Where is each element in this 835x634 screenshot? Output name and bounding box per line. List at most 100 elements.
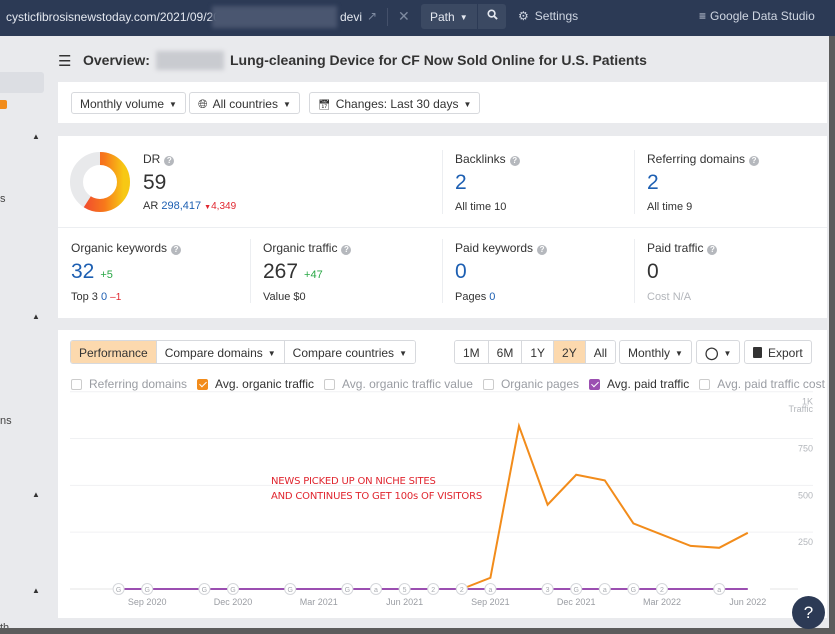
google-data-studio-button[interactable]: ≡ Google Data Studio	[699, 9, 815, 23]
sidebar-item-fragment[interactable]: ns	[0, 415, 12, 427]
y-tick-label: 1K	[802, 397, 813, 407]
annotation-marker-label: a	[374, 587, 378, 594]
search-icon	[486, 9, 498, 20]
annotation-marker-label: a	[603, 587, 607, 594]
backlinks-alltime: All time 10	[455, 201, 506, 213]
chevron-down-icon: ▼	[282, 100, 291, 109]
collapse-caret-icon[interactable]: ▲	[32, 132, 40, 141]
paid-keywords-value[interactable]: 0	[455, 260, 467, 284]
dr-label: DR?	[143, 152, 175, 166]
annotation-marker-label: G	[116, 587, 121, 594]
alltime-label: All time	[455, 201, 492, 213]
help-icon[interactable]: ?	[509, 156, 520, 166]
organic-keywords-label: Organic keywords?	[71, 241, 182, 255]
annotation-marker-label: G	[287, 587, 292, 594]
x-tick-label: Dec 2021	[557, 597, 596, 607]
referring-domains-alltime: All time 9	[647, 201, 692, 213]
globe-icon: 🌐︎	[198, 97, 208, 111]
help-icon[interactable]: ?	[707, 245, 718, 255]
y-tick-label: 500	[798, 490, 813, 500]
ar-label: AR	[143, 200, 159, 212]
vertical-scrollbar[interactable]	[829, 36, 835, 634]
organic-keywords-delta: +5	[100, 269, 113, 281]
external-link-icon[interactable]: ↗	[367, 9, 377, 23]
x-tick-label: Mar 2021	[300, 597, 338, 607]
ar-value[interactable]: 298,417	[161, 200, 201, 212]
annotation-marker-label: G	[345, 587, 350, 594]
pages-label: Pages	[455, 291, 487, 303]
divider	[58, 227, 827, 228]
settings-button[interactable]: ⚙ Settings	[518, 9, 578, 23]
url-input[interactable]: cysticfibrosisnewstoday.com/2021/09/20	[6, 10, 220, 24]
new-badge	[0, 100, 7, 109]
traffic-chart: Traffic1K750500250G G G G G Ga 5 2 2 a 3 Ga G 2 aSep 2…	[70, 391, 813, 607]
changes-label: Changes: Last 30 days	[335, 97, 459, 111]
collapse-caret-icon[interactable]: ▲	[32, 490, 40, 499]
collapse-caret-icon[interactable]: ▲	[32, 586, 40, 595]
mode-dropdown[interactable]: Path ▼	[421, 4, 477, 29]
volume-label: Monthly volume	[80, 97, 165, 111]
paid-traffic-value: 0	[647, 260, 659, 283]
referring-domains-label: Referring domains?	[647, 152, 760, 166]
filter-bar: Monthly volume ▼ 🌐︎ All countries ▼ 📅︎ Chang…	[58, 82, 827, 123]
annotation-marker-label: G	[573, 587, 578, 594]
page-title-prefix: Overview:	[83, 52, 150, 68]
divider	[250, 239, 251, 303]
organic-traffic-label: Organic traffic?	[263, 241, 352, 255]
alltime-label: All time	[647, 201, 684, 213]
traffic-value-amount: $0	[293, 291, 306, 303]
ar-delta: ▼4,349	[204, 201, 236, 212]
traffic-value-row: Value $0	[263, 291, 306, 303]
organic-keywords-value: 32 +5	[71, 260, 113, 284]
changes-dropdown[interactable]: 📅︎ Changes: Last 30 days ▼	[309, 92, 481, 114]
help-icon[interactable]: ?	[537, 245, 548, 255]
gds-label: Google Data Studio	[710, 9, 815, 23]
annotation-marker-label: G	[631, 587, 636, 594]
top-bar: cysticfibrosisnewstoday.com/2021/09/20 d…	[0, 0, 835, 36]
ar-row: AR 298,417 ▼4,349	[143, 200, 236, 212]
divider	[634, 239, 635, 303]
paid-traffic-label-text: Paid traffic	[647, 241, 704, 255]
help-button[interactable]: ?	[792, 596, 825, 629]
annotation-marker-label: 2	[431, 587, 435, 594]
sidebar-item-fragment[interactable]: s	[0, 193, 6, 205]
referring-domains-label-text: Referring domains	[647, 152, 746, 166]
volume-dropdown[interactable]: Monthly volume ▼	[71, 92, 186, 114]
chevron-down-icon: ▼	[463, 100, 472, 109]
referring-domains-value[interactable]: 2	[647, 171, 659, 195]
pages-value[interactable]: 0	[489, 291, 495, 303]
help-icon[interactable]: ?	[171, 245, 182, 255]
top3-value[interactable]: 0	[101, 291, 107, 303]
divider	[387, 8, 388, 26]
annotation-marker-label: 2	[460, 587, 464, 594]
pages-row: Pages 0	[455, 291, 495, 303]
alltime-value: 10	[494, 201, 507, 213]
help-icon[interactable]: ?	[341, 245, 352, 255]
paid-keywords-label-text: Paid keywords	[455, 241, 534, 255]
help-icon[interactable]: ?	[164, 156, 175, 166]
traffic-value-label: Value	[263, 291, 291, 303]
backlinks-value[interactable]: 2	[455, 171, 467, 195]
menu-icon[interactable]: ☰	[58, 52, 71, 70]
organic-keywords-number[interactable]: 32	[71, 260, 94, 283]
dr-donut-chart	[70, 152, 130, 212]
search-button[interactable]	[477, 4, 506, 29]
cost-value: N/A	[672, 291, 692, 303]
annotation-marker-label: G	[230, 587, 235, 594]
paid-traffic-label: Paid traffic?	[647, 241, 718, 255]
divider	[442, 239, 443, 303]
top3-delta: –1	[110, 292, 122, 303]
sidebar-item-active[interactable]	[0, 72, 44, 93]
collapse-caret-icon[interactable]: ▲	[32, 312, 40, 321]
help-icon[interactable]: ?	[749, 156, 760, 166]
chart-annotation-text: NEWS PICKED UP ON NICHE SITES	[271, 476, 436, 487]
annotation-marker-label: G	[144, 587, 149, 594]
backlinks-label-text: Backlinks	[455, 152, 506, 166]
organic-traffic-label-text: Organic traffic	[263, 241, 338, 255]
top3-row: Top 3 0 –1	[71, 291, 121, 303]
y-tick-label: 250	[798, 537, 813, 547]
sidebar: ▲ s ▲ ns ▲ ▲ th	[0, 36, 58, 634]
countries-dropdown[interactable]: 🌐︎ All countries ▼	[189, 92, 300, 114]
dr-value: 59	[143, 171, 167, 194]
close-icon[interactable]: ✕	[398, 8, 410, 25]
